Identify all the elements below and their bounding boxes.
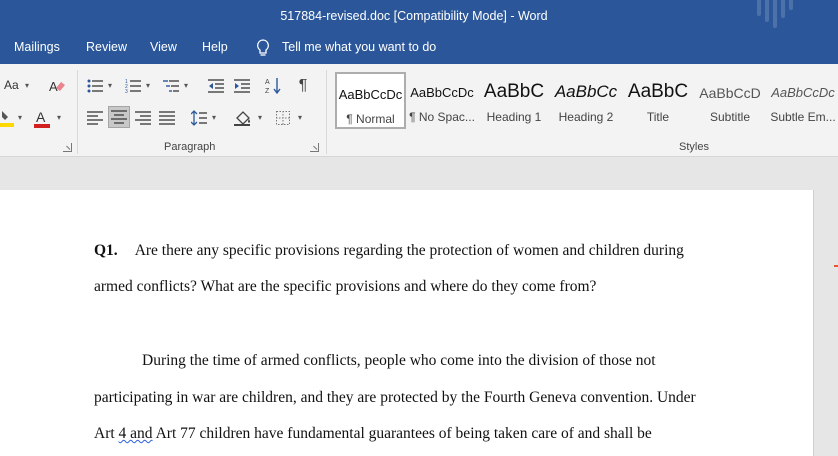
tab-view[interactable]: View bbox=[150, 40, 177, 58]
increase-indent-icon bbox=[234, 79, 250, 93]
chevron-down-icon: ▾ bbox=[298, 113, 303, 122]
group-separator bbox=[326, 70, 327, 154]
chevron-down-icon: ▾ bbox=[146, 81, 151, 90]
question-line-2[interactable]: armed conflicts? What are the specific p… bbox=[94, 278, 596, 296]
style-normal[interactable]: AaBbCcDc ¶ Normal bbox=[335, 72, 406, 129]
style-name: Heading 2 bbox=[558, 110, 614, 124]
multilevel-list-button[interactable] bbox=[162, 76, 180, 96]
answer-line-3[interactable]: Art 4 and Art 77 children have fundament… bbox=[94, 425, 652, 443]
styles-group-label: Styles bbox=[679, 141, 709, 153]
shading-button[interactable] bbox=[234, 108, 252, 128]
svg-text:A: A bbox=[49, 79, 58, 94]
change-case-label: Aa bbox=[4, 78, 19, 92]
lightbulb-icon bbox=[257, 39, 269, 56]
highlighter-icon bbox=[0, 111, 14, 127]
chevron-down-icon: ▾ bbox=[18, 113, 23, 122]
paint-bucket-icon bbox=[234, 111, 250, 126]
style-name: ¶ Normal bbox=[346, 112, 395, 126]
align-left-button[interactable] bbox=[86, 108, 104, 128]
style-name: Title bbox=[646, 110, 670, 124]
borders-icon bbox=[276, 111, 290, 125]
chevron-down-icon: ▾ bbox=[258, 113, 263, 122]
eraser-icon: A bbox=[49, 79, 65, 94]
svg-text:A: A bbox=[265, 79, 270, 86]
question-label: Q1. bbox=[94, 242, 118, 259]
clear-formatting-button[interactable]: A bbox=[46, 76, 68, 96]
paragraph-dialog-launcher[interactable] bbox=[310, 143, 319, 152]
style-name: Subtitle bbox=[709, 110, 751, 124]
pilcrow-icon: ¶ bbox=[298, 77, 308, 94]
svg-text:3: 3 bbox=[125, 89, 128, 93]
style-name: ¶ No Spac... bbox=[409, 110, 475, 124]
chevron-down-icon: ▾ bbox=[184, 81, 189, 90]
bullets-icon bbox=[87, 79, 103, 93]
numbering-icon: 1 2 3 bbox=[125, 79, 141, 93]
style-sample: AaBbCcD bbox=[699, 85, 761, 101]
font-dialog-launcher[interactable] bbox=[63, 143, 72, 152]
style-sample: AaBbCcDc bbox=[338, 87, 403, 102]
multilevel-list-icon bbox=[163, 80, 179, 92]
tab-review[interactable]: Review bbox=[86, 40, 127, 58]
chevron-down-icon: ▾ bbox=[108, 81, 113, 90]
font-color-button[interactable]: A bbox=[32, 108, 52, 128]
style-heading-2[interactable]: AaBbCc Heading 2 bbox=[552, 72, 620, 129]
grammar-flagged-text[interactable]: 4 and bbox=[119, 425, 153, 442]
font-color-icon: A bbox=[34, 109, 50, 128]
style-name: Subtle Em... bbox=[770, 110, 836, 124]
font-color-letter: A bbox=[36, 109, 46, 125]
svg-text:Z: Z bbox=[265, 88, 270, 95]
tab-help[interactable]: Help bbox=[202, 40, 228, 58]
justify-button[interactable] bbox=[158, 108, 176, 128]
align-left-icon bbox=[87, 111, 103, 125]
document-page[interactable]: Q1. Are there any specific provisions reg… bbox=[0, 190, 814, 456]
sort-az-icon: A Z bbox=[265, 78, 281, 95]
align-right-button[interactable] bbox=[134, 108, 152, 128]
style-sample: AaBbC bbox=[627, 81, 689, 102]
style-sample: AaBbC bbox=[483, 81, 545, 102]
group-separator bbox=[77, 70, 78, 154]
increase-indent-button[interactable] bbox=[233, 76, 251, 96]
title-bar: 517884-revised.doc [Compatibility Mode] … bbox=[0, 0, 838, 64]
line-spacing-button[interactable] bbox=[190, 108, 208, 128]
paragraph-group-label: Paragraph bbox=[164, 141, 216, 153]
tell-me-search[interactable]: Tell me what you want to do bbox=[282, 40, 436, 58]
numbering-button[interactable]: 1 2 3 bbox=[124, 76, 142, 96]
style-no-spacing[interactable]: AaBbCcDc ¶ No Spac... bbox=[408, 72, 476, 129]
style-sample: AaBbCc bbox=[554, 82, 618, 101]
question-text: Are there any specific provisions regard… bbox=[134, 242, 684, 259]
style-subtle-emphasis[interactable]: AaBbCcDc Subtle Em... bbox=[768, 72, 838, 129]
question-line-1[interactable]: Q1. Are there any specific provisions reg… bbox=[94, 242, 684, 260]
align-right-icon bbox=[135, 111, 151, 125]
chevron-down-icon: ▾ bbox=[25, 81, 30, 90]
line-spacing-icon bbox=[191, 110, 207, 126]
ribbon: Aa ▾ A ▾ A ▾ ▾ 1 2 3 ▾ ▾ A Z ¶ ▾ ▾ ▾ Par… bbox=[0, 64, 838, 157]
style-sample: AaBbCcDc bbox=[410, 85, 474, 100]
answer-line-2[interactable]: participating in war are children, and t… bbox=[94, 389, 696, 407]
style-subtitle[interactable]: AaBbCcD Subtitle bbox=[696, 72, 764, 129]
change-case-button[interactable]: Aa bbox=[4, 76, 19, 94]
align-center-icon bbox=[111, 110, 127, 124]
highlight-color-button[interactable] bbox=[0, 108, 14, 128]
sort-button[interactable]: A Z bbox=[264, 75, 282, 97]
show-formatting-marks-button[interactable]: ¶ bbox=[294, 76, 312, 96]
style-title[interactable]: AaBbC Title bbox=[624, 72, 692, 129]
bullets-button[interactable] bbox=[86, 76, 104, 96]
borders-button[interactable] bbox=[274, 108, 292, 128]
chevron-down-icon: ▾ bbox=[57, 113, 62, 122]
style-heading-1[interactable]: AaBbC Heading 1 bbox=[480, 72, 548, 129]
answer-text: Art bbox=[94, 425, 119, 442]
answer-text: Art 77 children have fundamental guarant… bbox=[152, 425, 652, 442]
answer-line-1[interactable]: During the time of armed conflicts, peop… bbox=[142, 352, 656, 370]
decrease-indent-icon bbox=[208, 79, 224, 93]
justify-icon bbox=[159, 111, 175, 125]
align-center-button[interactable] bbox=[108, 106, 130, 128]
decrease-indent-button[interactable] bbox=[207, 76, 225, 96]
style-name: Heading 1 bbox=[486, 110, 542, 124]
tab-mailings[interactable]: Mailings bbox=[14, 40, 60, 58]
style-sample: AaBbCcDc bbox=[771, 85, 835, 100]
change-marker bbox=[834, 265, 838, 267]
window-title: 517884-revised.doc [Compatibility Mode] … bbox=[280, 9, 548, 23]
chevron-down-icon: ▾ bbox=[212, 113, 217, 122]
